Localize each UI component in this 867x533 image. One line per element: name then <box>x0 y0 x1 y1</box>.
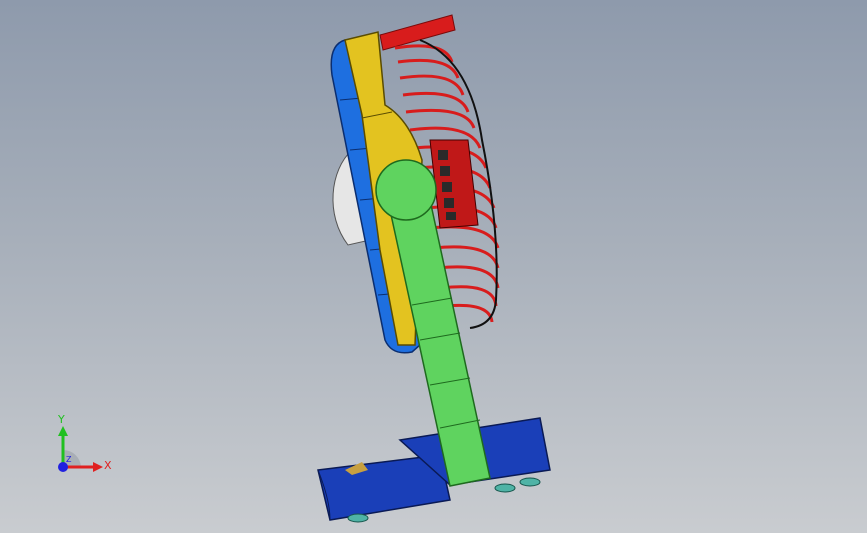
axis-triad: Y X Z <box>48 412 118 482</box>
y-axis-label: Y <box>58 413 65 426</box>
base <box>317 417 551 523</box>
x-axis-label: X <box>104 459 112 472</box>
cad-viewport[interactable]: Y X Z <box>0 0 867 533</box>
fan-model[interactable] <box>0 0 867 533</box>
z-axis-label: Z <box>66 455 72 464</box>
pivot-knob[interactable] <box>375 159 437 221</box>
